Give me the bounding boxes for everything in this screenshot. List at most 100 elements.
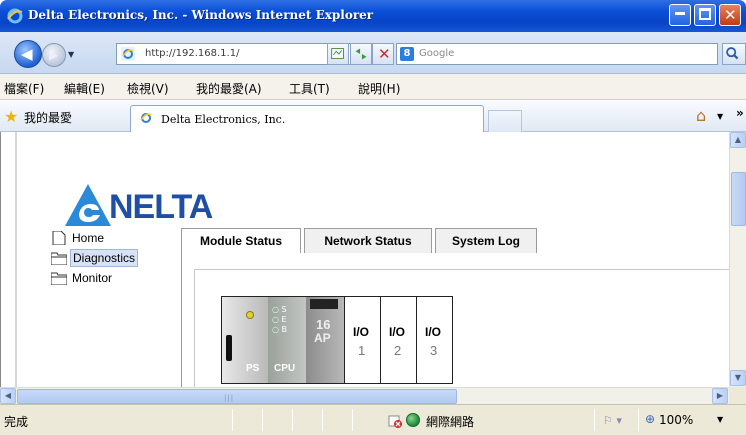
scroll-right-icon[interactable]: ▶ [712,388,728,404]
slot-io-1[interactable]: I/O 1 [344,297,380,383]
refresh-icon [355,48,367,60]
delta-wordmark: NELTA [109,188,213,226]
menu-favorites[interactable]: 我的最愛(A) [196,80,262,97]
home-dropdown-icon[interactable]: ▼ [717,112,723,121]
menu-file[interactable]: 檔案(F) [4,80,44,97]
home-icon[interactable]: ⌂ [696,106,706,125]
google-icon: 8 [400,47,414,61]
module-16ap[interactable]: 16 AP [306,297,344,383]
favorites-star-icon[interactable]: ★ [4,107,18,126]
refresh-button[interactable] [350,43,372,65]
protected-mode-icon[interactable] [388,414,402,428]
cpu-leds: ○ S ○ E ○ B [272,305,288,334]
maximize-button[interactable] [694,4,716,26]
search-input[interactable]: 8 Google [396,43,718,65]
back-arrow-icon: ◀ [21,45,33,63]
address-url: http://192.168.1.1/ [145,48,240,59]
favorites-button[interactable]: 我的最愛 [24,109,72,126]
status-separator [322,409,323,431]
scroll-grip-icon: ||| [224,394,235,402]
ps-connector [226,335,232,361]
nav-tree: Home Diagnostics Monitor [51,228,139,288]
page-content: NELTA Home Diagnostics Monitor Module St… [0,132,746,387]
status-separator [292,409,293,431]
nav-item-monitor[interactable]: Monitor [51,268,138,288]
menu-tools[interactable]: 工具(T) [289,80,330,97]
slot-io-3-number: 3 [430,343,438,358]
scrollbar-corner [729,387,746,404]
back-button[interactable]: ◀ [14,40,42,68]
nav-item-diagnostics[interactable]: Diagnostics [51,248,139,268]
menu-view[interactable]: 檢視(V) [127,80,169,97]
close-icon: ✕ [724,6,737,24]
module-cpu-label: CPU [274,363,296,374]
browser-tab-active[interactable]: Delta Electronics, Inc. [130,105,484,132]
favorites-tab-bar: ★ 我的最愛 Delta Electronics, Inc. ⌂ ▼ » [0,100,746,132]
folder-icon [51,272,67,285]
folder-icon [51,252,67,265]
menu-help[interactable]: 說明(H) [358,80,400,97]
window-title: Delta Electronics, Inc. - Windows Intern… [28,8,374,22]
delta-logo-icon [65,184,111,226]
page-icon [52,231,66,245]
zoom-dropdown-icon[interactable]: ▼ [717,415,723,424]
status-separator [594,409,595,431]
page-border [15,132,17,387]
compatibility-button[interactable] [327,43,349,65]
forward-button[interactable]: ▶ [42,43,66,67]
slot-io-3-label: I/O [425,325,442,339]
module-ps[interactable]: PS [222,297,268,383]
magnifier-icon [726,47,739,60]
module-16ap-label: 16 [316,317,331,332]
status-separator [232,409,233,431]
slot-io-2[interactable]: I/O 2 [380,297,416,383]
search-button[interactable] [722,43,746,65]
horizontal-scrollbar[interactable]: ◀ ||| ▶ [0,387,729,404]
module-16ap-sublabel: AP [314,331,331,345]
vertical-scroll-thumb[interactable] [731,172,746,226]
minimize-icon [675,12,685,15]
popup-blocker-icon[interactable]: ⚐ ▾ [603,414,622,427]
zoom-level[interactable]: 100% [659,413,693,427]
nav-label-home: Home [72,231,105,245]
slot-io-1-number: 1 [358,343,366,358]
window-titlebar[interactable]: Delta Electronics, Inc. - Windows Intern… [0,0,746,32]
compatibility-icon [331,48,344,59]
scroll-left-icon[interactable]: ◀ [0,388,16,404]
module-ps-label: PS [246,363,260,374]
stop-button[interactable]: ✕ [372,43,394,65]
status-text: 完成 [4,415,29,429]
slot-io-1-label: I/O [353,325,370,339]
horizontal-scroll-thumb[interactable]: ||| [17,389,457,404]
slot-io-3[interactable]: I/O 3 [416,297,452,383]
address-toolbar: ◀ ▶ ▼ http://192.168.1.1/ ▼ ✕ 8 Google [0,32,746,74]
search-placeholder: Google [419,48,455,59]
ps-led-icon [246,311,254,319]
tab-module-status[interactable]: Module Status [181,228,301,254]
status-separator [352,409,353,431]
vertical-scrollbar[interactable]: ▲ ▼ [729,132,746,387]
tab-system-log[interactable]: System Log [435,228,537,253]
slot-io-2-label: I/O [389,325,406,339]
module-cpu[interactable]: ○ S ○ E ○ B CPU [268,297,306,383]
tab-network-status[interactable]: Network Status [304,228,432,253]
nav-item-home[interactable]: Home [51,228,138,248]
internet-zone-icon[interactable] [406,413,420,427]
close-button[interactable]: ✕ [719,4,741,26]
history-dropdown-icon[interactable]: ▼ [68,50,74,59]
toolbar-overflow-icon[interactable]: » [736,106,744,120]
security-zone-label[interactable]: 網際網路 [426,413,474,430]
page-ie-icon [121,47,135,61]
zoom-icon[interactable]: ⊕ [645,412,655,426]
tab-ie-icon [140,113,152,123]
menu-edit[interactable]: 編輯(E) [64,80,105,97]
new-tab-button[interactable] [488,110,522,132]
stop-icon: ✕ [378,45,391,63]
minimize-button[interactable] [669,4,691,26]
scroll-down-icon[interactable]: ▼ [730,370,746,386]
nav-label-diagnostics: Diagnostics [70,249,139,267]
scroll-up-icon[interactable]: ▲ [730,132,746,148]
browser-tab-title: Delta Electronics, Inc. [161,113,286,126]
status-bar: 完成 網際網路 ⚐ ▾ ⊕ 100% ▼ [0,404,746,435]
ie-logo-icon [7,8,23,24]
